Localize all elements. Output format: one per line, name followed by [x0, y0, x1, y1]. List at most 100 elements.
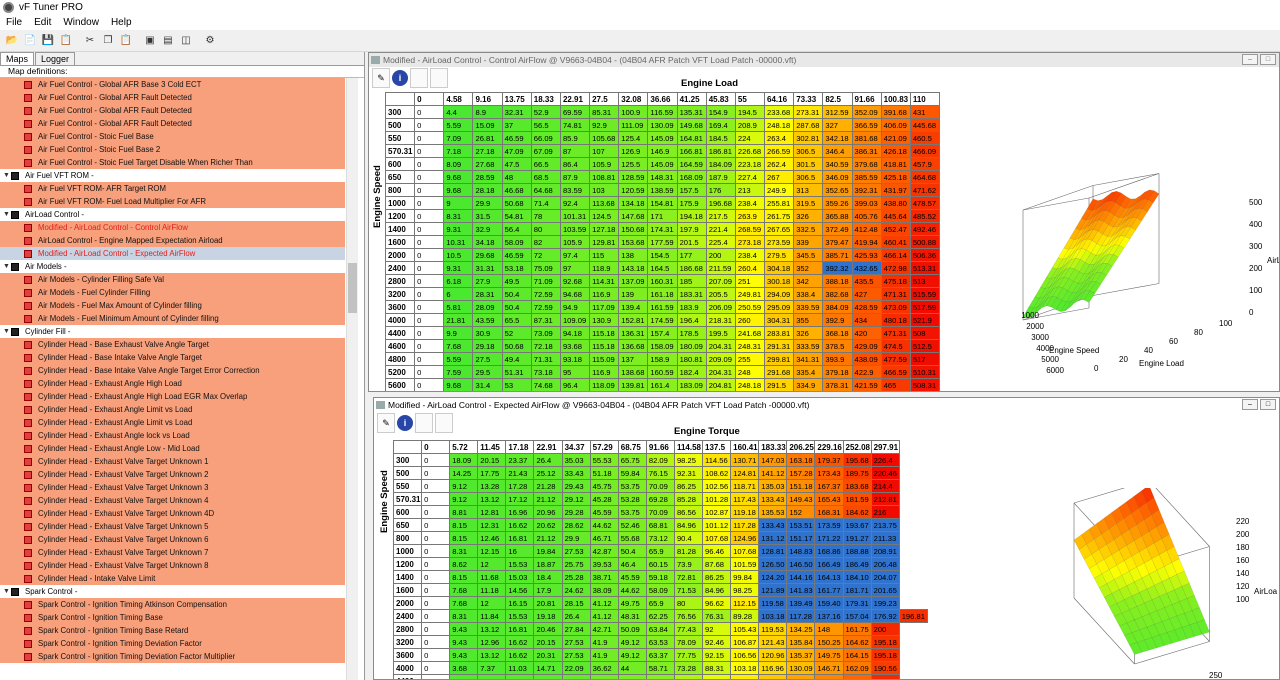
table-cell[interactable]: 97: [559, 261, 591, 275]
table-cell[interactable]: 38.71: [589, 570, 619, 584]
row-header[interactable]: 5600: [384, 378, 416, 391]
row-header[interactable]: 6000: [386, 392, 415, 393]
table-cell[interactable]: 238.4: [734, 248, 766, 262]
column-header[interactable]: 9.16: [472, 92, 503, 106]
expected-airflow-3d-plot[interactable]: 220 200 180 160 140 120 100 AirLoa 250: [1024, 488, 1280, 680]
table-cell[interactable]: 14.71: [533, 661, 563, 675]
table-cell[interactable]: 75.09: [530, 261, 561, 275]
table-cell[interactable]: 426.18: [880, 144, 911, 158]
table-cell[interactable]: 53: [501, 378, 532, 391]
column-header[interactable]: 34.37: [561, 440, 591, 454]
table-cell[interactable]: 117.09: [589, 300, 620, 314]
table-cell[interactable]: 179.37: [814, 453, 844, 467]
table-cell[interactable]: 168.31: [814, 505, 844, 519]
table-cell[interactable]: 513.31: [909, 261, 941, 275]
table-cell[interactable]: 267: [764, 170, 795, 184]
table-cell[interactable]: 164.59: [676, 157, 707, 171]
table-cell[interactable]: 0: [414, 300, 445, 314]
table-cell[interactable]: 460.5: [909, 131, 941, 145]
table-cell[interactable]: 214.4: [870, 479, 900, 493]
row-header[interactable]: 500: [392, 466, 423, 480]
table-cell[interactable]: 471.62: [909, 183, 941, 197]
table-cell[interactable]: 17.12: [505, 492, 535, 506]
column-header[interactable]: 252.08: [842, 440, 872, 454]
table-cell[interactable]: 206.09: [705, 300, 736, 314]
table-cell[interactable]: 405.76: [851, 209, 882, 223]
table-cell[interactable]: 211.33: [870, 531, 900, 545]
table-cell[interactable]: 145.09: [647, 131, 678, 145]
table-cell[interactable]: 225.4: [705, 235, 736, 249]
table-cell[interactable]: 83.59: [559, 183, 591, 197]
column-header[interactable]: 22.91: [559, 92, 591, 106]
tree-map-item[interactable]: Modified - AirLoad Control - Control Air…: [0, 221, 345, 234]
menu-edit[interactable]: Edit: [28, 17, 57, 28]
table-cell[interactable]: 6.18: [443, 274, 474, 288]
table-cell[interactable]: 134.25: [786, 622, 816, 636]
table-cell[interactable]: 164.15: [842, 648, 872, 662]
table-cell[interactable]: 431.97: [880, 183, 911, 197]
table-cell[interactable]: 166.81: [676, 144, 707, 158]
open-folder-icon[interactable]: 📂: [4, 33, 20, 49]
table-cell[interactable]: 94.68: [559, 287, 591, 301]
row-header[interactable]: 2800: [392, 622, 423, 636]
table-cell[interactable]: 7.37: [477, 661, 507, 675]
table-cell[interactable]: 385.59: [851, 170, 882, 184]
table-cell[interactable]: 16.81: [505, 531, 535, 545]
table-cell[interactable]: 306.5: [793, 144, 824, 158]
table-cell[interactable]: 101.31: [559, 209, 591, 223]
table-cell[interactable]: 9.68: [443, 378, 474, 391]
column-header[interactable]: 45.83: [705, 92, 736, 106]
table-cell[interactable]: 226.4: [870, 453, 900, 467]
table-cell[interactable]: 10.5: [443, 248, 474, 262]
table-cell[interactable]: 93.18: [559, 352, 591, 366]
table-cell[interactable]: 7.68: [449, 596, 479, 610]
table-cell[interactable]: 12.31: [477, 518, 507, 532]
table-cell[interactable]: 355: [793, 313, 824, 327]
table-cell[interactable]: 45.28: [589, 492, 619, 506]
table-cell[interactable]: 109.09: [559, 313, 591, 327]
table-cell[interactable]: 0: [414, 352, 445, 366]
table-cell[interactable]: 92.4: [559, 196, 591, 210]
table-cell[interactable]: 388.18: [822, 274, 853, 288]
table-cell[interactable]: 8: [449, 674, 479, 679]
table-cell[interactable]: 106.87: [730, 635, 760, 649]
table-cell[interactable]: 261.75: [764, 209, 795, 223]
table-cell[interactable]: 90.4: [673, 531, 704, 545]
column-header[interactable]: 114.58: [673, 440, 704, 454]
table-cell[interactable]: 167.37: [814, 479, 844, 493]
table-cell[interactable]: 382.68: [822, 287, 853, 301]
table-cell[interactable]: 195.18: [870, 648, 900, 662]
table-cell[interactable]: 181.59: [842, 492, 872, 506]
blank-page-icon[interactable]: [415, 413, 433, 433]
table-cell[interactable]: 55.68: [617, 531, 647, 545]
table-cell[interactable]: 108.62: [702, 466, 732, 480]
column-header[interactable]: 32.08: [618, 92, 649, 106]
table-cell[interactable]: 27.18: [472, 144, 503, 158]
table-cell[interactable]: 29.68: [472, 248, 503, 262]
table-cell[interactable]: 16.81: [505, 622, 535, 636]
table-cell[interactable]: 116.96: [758, 661, 788, 675]
minimize-button[interactable]: –: [1242, 54, 1258, 65]
table-cell[interactable]: 27.84: [561, 622, 591, 636]
table-cell[interactable]: 58.71: [645, 661, 675, 675]
table-cell[interactable]: 21.43: [505, 466, 535, 480]
table-cell[interactable]: 32.9: [472, 222, 503, 236]
table-cell[interactable]: 46.68: [501, 183, 532, 197]
table-cell[interactable]: 32.31: [501, 105, 532, 119]
table-cell[interactable]: 28.15: [561, 596, 591, 610]
table-cell[interactable]: 3.68: [449, 661, 479, 675]
table-cell[interactable]: 204.07: [870, 570, 900, 584]
table-cell[interactable]: 352.65: [822, 183, 853, 197]
table-cell[interactable]: 177.59: [647, 235, 678, 249]
table-cell[interactable]: 96.4: [559, 378, 591, 391]
table-cell[interactable]: 73.12: [645, 531, 675, 545]
table-cell[interactable]: 464.68: [909, 170, 941, 184]
table-cell[interactable]: 13.12: [477, 648, 507, 662]
table-cell[interactable]: 204.31: [705, 365, 736, 379]
table-cell[interactable]: 146.50: [786, 557, 816, 571]
table-cell[interactable]: 168.09: [676, 170, 707, 184]
table-cell[interactable]: 113.68: [589, 196, 620, 210]
tree-map-item[interactable]: Spark Control - Ignition Timing Base: [0, 611, 345, 624]
row-header[interactable]: 1600: [384, 235, 416, 249]
table-cell[interactable]: 412.48: [851, 222, 882, 236]
